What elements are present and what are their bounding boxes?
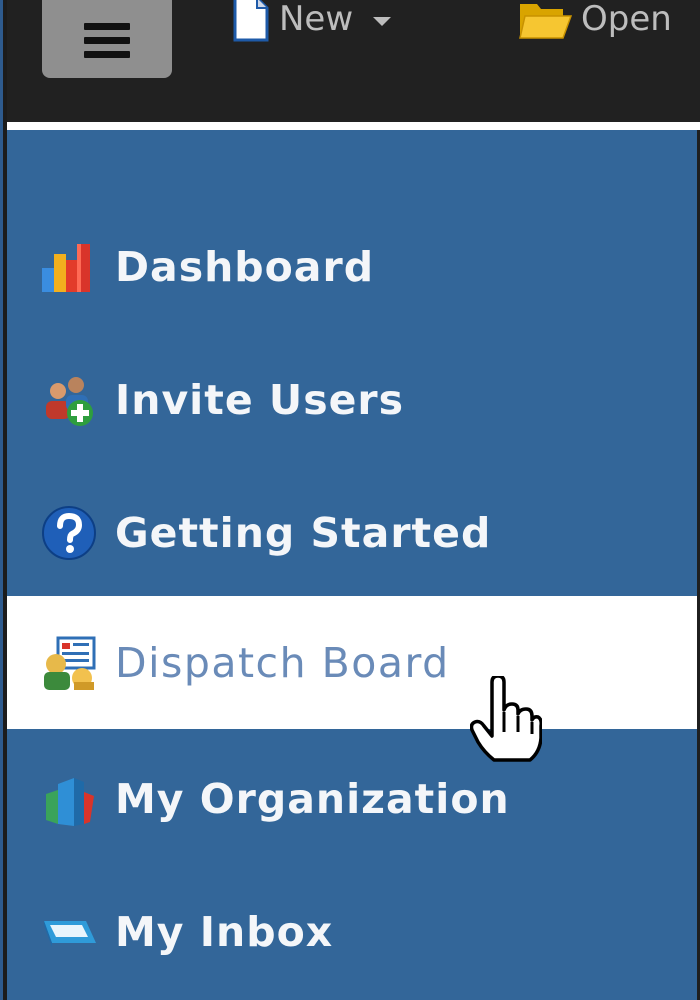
top-toolbar: New Open (7, 0, 700, 122)
add-users-icon (46, 376, 93, 426)
sidebar-item-dashboard[interactable]: Dashboard (7, 200, 697, 333)
sidebar-item-invite-users[interactable]: Invite Users (7, 333, 697, 466)
sidebar-item-my-inbox[interactable]: My Inbox (7, 865, 697, 998)
chevron-down-icon (373, 16, 392, 26)
help-icon (42, 505, 96, 560)
hand-cursor-icon (470, 676, 542, 762)
sidebar-item-label: My Organization (115, 774, 510, 823)
open-label: Open (581, 0, 672, 39)
dispatch-board-icon (44, 636, 96, 690)
folder-icon (519, 4, 573, 39)
sidebar-nav: Dashboard Invite Users Getting Started D… (7, 130, 697, 1000)
bar-chart-icon (42, 243, 90, 292)
open-button[interactable]: Open (517, 0, 672, 44)
organization-icon (46, 777, 94, 826)
new-label: New (279, 0, 354, 39)
sidebar-item-label: Invite Users (115, 375, 405, 424)
hamburger-menu-button[interactable] (42, 0, 172, 78)
sidebar-item-label: Dashboard (115, 242, 375, 291)
sidebar-item-getting-started[interactable]: Getting Started (7, 466, 697, 599)
window-left-edge (0, 0, 7, 1000)
sidebar-item-label: Getting Started (115, 508, 492, 557)
document-icon (233, 0, 269, 42)
sidebar-item-my-organization[interactable]: My Organization (7, 732, 697, 865)
sidebar-item-dispatch-board[interactable]: Dispatch Board (7, 596, 697, 729)
new-button[interactable]: New (231, 0, 392, 44)
inbox-icon (44, 920, 96, 947)
sidebar-item-label: Dispatch Board (115, 638, 450, 687)
menu-icon (84, 22, 130, 58)
toolbar-divider (7, 122, 700, 130)
sidebar-item-label: My Inbox (115, 907, 334, 956)
